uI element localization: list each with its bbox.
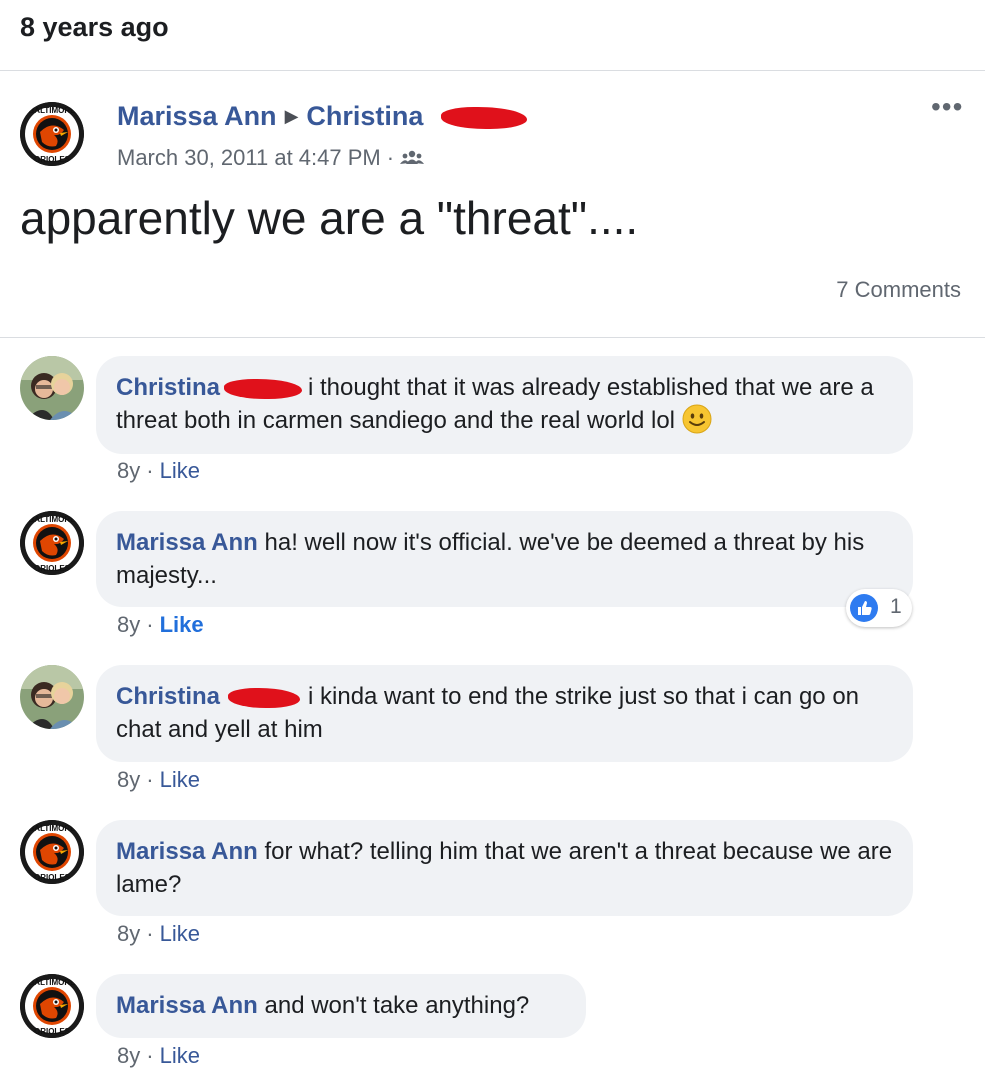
friends-icon[interactable] — [400, 150, 425, 166]
comment-age[interactable]: 8y — [117, 767, 140, 792]
post: Marissa Ann ▶ Christina March 30, 2011 at … — [0, 71, 985, 338]
reaction-summary[interactable]: 1 — [846, 589, 912, 627]
author-avatar[interactable] — [20, 102, 84, 166]
comment-text: i kinda want to end the strike just so t… — [116, 683, 860, 743]
profile-photo-icon — [20, 356, 84, 420]
like-button[interactable]: Like — [160, 612, 204, 637]
comment-meta: 8y · Like — [117, 767, 200, 792]
post-meta: March 30, 2011 at 4:47 PM · — [117, 145, 425, 171]
post-author-line: Marissa Ann ▶ Christina — [117, 101, 527, 132]
reaction-count: 1 — [890, 595, 902, 618]
comment-bubble: Marissa Ann and won't take anything? — [96, 974, 586, 1038]
comment-author-link[interactable]: Marissa Ann — [116, 838, 258, 865]
orioles-logo-icon — [20, 511, 84, 575]
redaction-mark — [224, 378, 303, 399]
commenter-avatar[interactable] — [20, 511, 84, 575]
more-options-icon[interactable]: ••• — [931, 93, 967, 121]
comment-age[interactable]: 8y — [117, 458, 140, 483]
commenter-avatar[interactable] — [20, 665, 84, 729]
redaction-mark — [440, 106, 527, 129]
comment-author-link[interactable]: Marissa Ann — [116, 992, 258, 1019]
orioles-logo-icon — [20, 974, 84, 1038]
smiley-emoji-icon — [682, 404, 712, 434]
orioles-logo-icon — [20, 102, 84, 166]
comment-bubble: Christina i kinda want to end the strike … — [96, 665, 913, 762]
like-button[interactable]: Like — [160, 1043, 200, 1068]
post-author-link[interactable]: Marissa Ann — [117, 101, 277, 131]
comment-author-link[interactable]: Christina — [116, 374, 220, 401]
profile-photo-icon — [20, 665, 84, 729]
commenter-avatar[interactable] — [20, 820, 84, 884]
like-reaction-icon — [850, 594, 878, 622]
post-recipient-link[interactable]: Christina — [306, 101, 423, 131]
memory-header: 8 years ago — [0, 0, 985, 71]
memory-title: 8 years ago — [20, 12, 169, 42]
like-button[interactable]: Like — [160, 921, 200, 946]
comment-text: and won't take anything? — [264, 992, 530, 1019]
like-button[interactable]: Like — [160, 458, 200, 483]
comment-count-link[interactable]: 7 Comments — [836, 277, 961, 303]
comment-bubble: Marissa Ann ha! well now it's official. … — [96, 511, 913, 607]
commenter-avatar[interactable] — [20, 356, 84, 420]
redaction-mark — [228, 687, 301, 708]
comment-bubble: Marissa Ann for what? telling him that w… — [96, 820, 913, 916]
comment-meta: 8y · Like — [117, 458, 200, 483]
like-button[interactable]: Like — [160, 767, 200, 792]
orioles-logo-icon — [20, 820, 84, 884]
comment-age[interactable]: 8y — [117, 612, 140, 637]
comment-meta: 8y · Like — [117, 612, 204, 637]
share-arrow-icon: ▶ — [284, 106, 299, 126]
comment-meta: 8y · Like — [117, 1043, 200, 1068]
comment-age[interactable]: 8y — [117, 921, 140, 946]
comment-bubble: Christina i thought that it was already e… — [96, 356, 913, 454]
comment-age[interactable]: 8y — [117, 1043, 140, 1068]
comment-meta: 8y · Like — [117, 921, 200, 946]
comment-author-link[interactable]: Marissa Ann — [116, 529, 258, 556]
post-text: apparently we are a "threat".... — [20, 192, 639, 244]
comment-author-link[interactable]: Christina — [116, 683, 220, 710]
post-timestamp[interactable]: March 30, 2011 at 4:47 PM — [117, 145, 381, 170]
commenter-avatar[interactable] — [20, 974, 84, 1038]
